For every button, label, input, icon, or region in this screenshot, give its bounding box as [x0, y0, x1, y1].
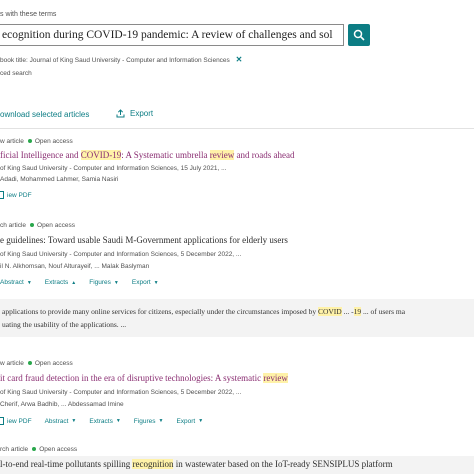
export-action-label: Export	[131, 279, 151, 286]
preview-line-1: applications to provide many online serv…	[2, 307, 405, 316]
result-1-authors: Adadi, Mohammed Lahmer, Samia Nasiri	[0, 176, 119, 183]
toolbar-divider	[0, 128, 474, 129]
chevron-down-icon: ▼	[198, 418, 204, 424]
search-terms-label: s with these terms	[0, 11, 57, 18]
result-3-title-highlight: review	[263, 373, 288, 383]
result-4-title[interactable]: l-to-end real-time pollutants spilling r…	[0, 459, 393, 469]
chevron-down-icon: ▼	[71, 418, 77, 424]
result-3-title-part: it card fraud detection in the era of di…	[0, 373, 264, 383]
result-2-title[interactable]: e guidelines: Toward usable Saudi M-Gove…	[0, 235, 288, 245]
result-3-access: Open access	[34, 360, 73, 367]
figures-toggle[interactable]: Figures ▼	[89, 279, 119, 286]
preview-text: ... -	[341, 307, 354, 316]
filter-chip-prefix: book title:	[0, 57, 28, 64]
preview-text: applications to provide many online serv…	[2, 307, 318, 316]
export-toggle[interactable]: Export ▼	[132, 279, 159, 286]
extracts-preview: applications to provide many online serv…	[0, 299, 474, 337]
pdf-icon	[0, 417, 4, 425]
result-4-type-label: rch article	[0, 446, 29, 453]
result-1-title-highlight: COVID-19	[80, 150, 122, 160]
chevron-down-icon: ▼	[26, 279, 32, 286]
pdf-icon	[0, 191, 4, 199]
result-1-access: Open access	[34, 138, 73, 145]
result-2-access: Open access	[37, 222, 75, 229]
result-1-source: of King Saud University - Computer and I…	[0, 165, 227, 172]
chevron-down-icon: ▼	[113, 279, 119, 286]
preview-highlight: COVID	[317, 307, 342, 316]
view-pdf-button[interactable]: iew PDF	[0, 417, 32, 425]
extracts-toggle[interactable]: Extracts ▲	[45, 279, 76, 286]
preview-line-2: uating the usability of the applications…	[2, 320, 127, 329]
abstract-label: Abstract	[0, 279, 24, 286]
result-1-title-part: : A Systematic umbrella	[121, 150, 210, 160]
result-4-title-part: l-to-end real-time pollutants spilling	[0, 459, 133, 469]
result-4-title-part: in wastewater based on the IoT-ready SEN…	[173, 459, 393, 469]
extracts-label: Extracts	[89, 417, 113, 425]
remove-filter-icon[interactable]: ✕	[236, 55, 243, 64]
search-icon	[353, 29, 365, 41]
result-3-type: w article Open access	[0, 360, 73, 367]
open-access-icon	[27, 360, 32, 365]
open-access-icon	[32, 446, 37, 451]
download-selected-label: ownload selected articles	[0, 110, 90, 119]
search-button[interactable]	[348, 24, 370, 46]
result-2-authors: il N. Alkhomsan, Nouf Alturayeif, ... Ma…	[0, 263, 150, 270]
result-1-title-part: ficial Intelligence and	[0, 150, 81, 160]
filter-chip-value: Journal of King Saud University - Comput…	[29, 57, 230, 64]
figures-label: Figures	[133, 417, 156, 425]
result-4-title-highlight: recognition	[132, 459, 174, 469]
chevron-down-icon: ▼	[158, 418, 164, 424]
result-2-type-label: ch article	[0, 222, 27, 229]
figures-toggle[interactable]: Figures ▼	[134, 417, 164, 425]
figures-label: Figures	[89, 279, 111, 286]
result-3-type-label: w article	[0, 360, 24, 367]
chevron-up-icon: ▲	[71, 279, 77, 286]
result-1-title[interactable]: ficial Intelligence and COVID-19: A Syst…	[0, 150, 294, 160]
result-1-title-part: and roads ahead	[234, 150, 295, 160]
view-pdf-button[interactable]: iew PDF	[0, 191, 32, 199]
export-button[interactable]: Export	[116, 109, 153, 118]
filter-chip: book title: Journal of King Saud Univers…	[0, 55, 242, 64]
chevron-down-icon: ▼	[153, 279, 159, 286]
export-icon	[116, 109, 125, 118]
abstract-toggle[interactable]: Abstract ▼	[0, 279, 32, 286]
search-box[interactable]	[0, 24, 344, 46]
result-4-type: rch article Open access	[0, 446, 77, 453]
preview-highlight: 19	[353, 307, 362, 316]
result-1-title-highlight: review	[209, 150, 235, 160]
search-input[interactable]	[0, 25, 342, 45]
result-3-title[interactable]: it card fraud detection in the era of di…	[0, 373, 288, 383]
result-3-actions: iew PDF Abstract ▼ Extracts ▼ Figures ▼ Exp…	[0, 417, 203, 425]
download-selected-button[interactable]: ownload selected articles	[0, 110, 89, 119]
result-1-actions: iew PDF	[0, 191, 32, 199]
result-2-type: ch article Open access	[0, 222, 75, 229]
export-toggle[interactable]: Export ▼	[176, 417, 203, 425]
result-2-source: of King Saud University - Computer and I…	[0, 251, 242, 258]
open-access-icon	[27, 138, 32, 143]
view-pdf-label: iew PDF	[7, 191, 32, 199]
abstract-label: Abstract	[44, 417, 69, 425]
extracts-toggle[interactable]: Extracts ▼	[89, 417, 120, 425]
export-action-label: Export	[176, 417, 196, 425]
result-3-authors: Cherif, Arwa Badhib, ... Abdessamad Imin…	[0, 401, 124, 408]
preview-text: ... of users ma	[361, 307, 406, 316]
chevron-down-icon: ▼	[115, 418, 121, 424]
extracts-label: Extracts	[44, 279, 69, 286]
export-label: Export	[130, 109, 154, 118]
result-1-type: w article Open access	[0, 138, 73, 145]
result-3-source: of King Saud University - Computer and I…	[0, 389, 242, 396]
result-2-actions: Abstract ▼ Extracts ▲ Figures ▼ Export ▼	[0, 279, 159, 286]
view-pdf-label: iew PDF	[7, 417, 32, 425]
result-4-access: Open access	[39, 446, 78, 453]
result-1-type-label: w article	[0, 138, 24, 145]
advanced-search-link[interactable]: ced search	[0, 70, 32, 77]
abstract-toggle[interactable]: Abstract ▼	[45, 417, 77, 425]
open-access-icon	[30, 222, 35, 227]
